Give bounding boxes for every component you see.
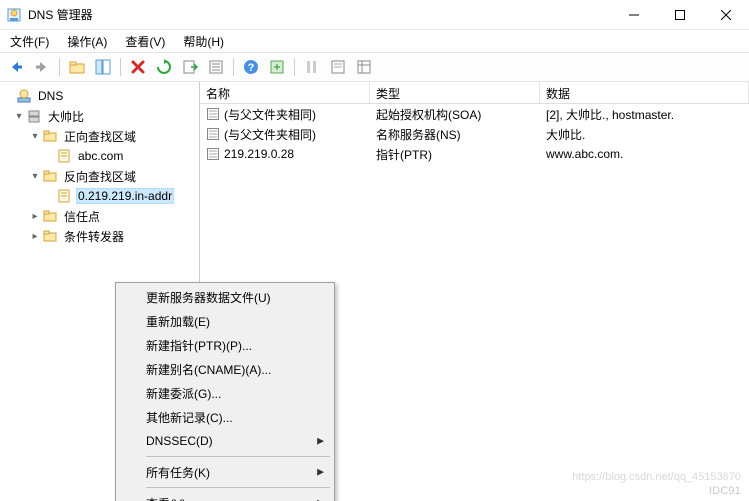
help-button[interactable]: ? <box>239 55 263 79</box>
delete-button[interactable] <box>126 55 150 79</box>
submenu-arrow-icon: ▶ <box>317 436 324 447</box>
svg-text:?: ? <box>248 62 255 74</box>
cm-separator <box>146 487 330 488</box>
cell-type: 名称服务器(NS) <box>370 126 540 143</box>
tree-label: abc.com <box>76 149 125 163</box>
list-row[interactable]: (与父文件夹相同) 名称服务器(NS) 大帅比. <box>200 124 749 144</box>
zone-icon <box>56 188 72 204</box>
watermark-url: https://blog.csdn.net/qq_45153670 <box>572 471 741 483</box>
cm-separator <box>146 456 330 457</box>
record-icon <box>206 107 220 121</box>
context-menu: 更新服务器数据文件(U) 重新加载(E) 新建指针(PTR)(P)... 新建别… <box>115 282 335 501</box>
cell-name: (与父文件夹相同) <box>224 106 316 123</box>
tool-button-4[interactable] <box>352 55 376 79</box>
refresh-button[interactable] <box>152 55 176 79</box>
watermark: IDC91 <box>709 485 741 497</box>
title-bar: DNS 管理器 <box>0 0 749 30</box>
folder-icon <box>42 168 58 184</box>
maximize-button[interactable] <box>657 0 703 29</box>
tree-label: 反向查找区域 <box>62 168 138 185</box>
cm-other-records[interactable]: 其他新记录(C)... <box>118 405 332 429</box>
content-area: DNS ▾ 大帅比 ▾ 正向查找区域 abc.com ▾ <box>0 82 749 501</box>
tree-forward-zones[interactable]: ▾ 正向查找区域 <box>0 126 199 146</box>
properties-button[interactable] <box>204 55 228 79</box>
menu-action[interactable]: 操作(A) <box>61 31 113 52</box>
close-button[interactable] <box>703 0 749 29</box>
tree-label: 大帅比 <box>46 108 86 125</box>
cm-view[interactable]: 查看(V)▶ <box>118 491 332 501</box>
expander-icon[interactable]: ▸ <box>28 231 42 242</box>
column-data[interactable]: 数据 <box>540 82 749 103</box>
tree-label: 条件转发器 <box>62 228 126 245</box>
tree-zone-abc[interactable]: abc.com <box>0 146 199 166</box>
cm-all-tasks[interactable]: 所有任务(K)▶ <box>118 460 332 484</box>
expander-icon[interactable]: ▸ <box>28 211 42 222</box>
export-button[interactable] <box>178 55 202 79</box>
menu-help[interactable]: 帮助(H) <box>177 31 230 52</box>
tool-button-2[interactable] <box>300 55 324 79</box>
tool-button-3[interactable] <box>326 55 350 79</box>
cm-dnssec[interactable]: DNSSEC(D)▶ <box>118 429 332 453</box>
show-hide-button[interactable] <box>91 55 115 79</box>
cm-update-server-data[interactable]: 更新服务器数据文件(U) <box>118 285 332 309</box>
tree-zone-reverse[interactable]: 0.219.219.in-addr <box>0 186 199 206</box>
expander-icon[interactable]: ▾ <box>12 111 26 122</box>
cell-type: 指针(PTR) <box>370 146 540 163</box>
cm-new-cname[interactable]: 新建别名(CNAME)(A)... <box>118 357 332 381</box>
zone-icon <box>56 148 72 164</box>
window-title: DNS 管理器 <box>28 6 93 23</box>
record-icon <box>206 147 220 161</box>
tree-conditional-forwarders[interactable]: ▸ 条件转发器 <box>0 226 199 246</box>
list-header: 名称 类型 数据 <box>200 82 749 104</box>
dns-icon <box>16 88 32 104</box>
folder-icon <box>42 208 58 224</box>
window-controls <box>611 0 749 29</box>
menu-bar: 文件(F) 操作(A) 查看(V) 帮助(H) <box>0 30 749 52</box>
up-button[interactable] <box>65 55 89 79</box>
expander-icon[interactable]: ▾ <box>28 131 42 142</box>
menu-file[interactable]: 文件(F) <box>4 31 55 52</box>
record-icon <box>206 127 220 141</box>
forward-button[interactable] <box>30 55 54 79</box>
toolbar: ? <box>0 52 749 82</box>
submenu-arrow-icon: ▶ <box>317 467 324 478</box>
cell-name: 219.219.0.28 <box>224 147 294 161</box>
minimize-button[interactable] <box>611 0 657 29</box>
folder-icon <box>42 128 58 144</box>
cell-data: 大帅比. <box>540 126 749 143</box>
tree-label: 0.219.219.in-addr <box>76 188 174 204</box>
tree-reverse-zones[interactable]: ▾ 反向查找区域 <box>0 166 199 186</box>
submenu-arrow-icon: ▶ <box>317 498 324 501</box>
column-type[interactable]: 类型 <box>370 82 540 103</box>
folder-icon <box>42 228 58 244</box>
list-row[interactable]: 219.219.0.28 指针(PTR) www.abc.com. <box>200 144 749 164</box>
cm-reload[interactable]: 重新加载(E) <box>118 309 332 333</box>
list-row[interactable]: (与父文件夹相同) 起始授权机构(SOA) [2], 大帅比., hostmas… <box>200 104 749 124</box>
tool-button-1[interactable] <box>265 55 289 79</box>
cell-data: [2], 大帅比., hostmaster. <box>540 106 749 123</box>
tree-label: 信任点 <box>62 208 102 225</box>
cm-new-ptr[interactable]: 新建指针(PTR)(P)... <box>118 333 332 357</box>
tree-server[interactable]: ▾ 大帅比 <box>0 106 199 126</box>
tree-trust-points[interactable]: ▸ 信任点 <box>0 206 199 226</box>
cell-type: 起始授权机构(SOA) <box>370 106 540 123</box>
server-icon <box>26 108 42 124</box>
tree-root-dns[interactable]: DNS <box>0 86 199 106</box>
back-button[interactable] <box>4 55 28 79</box>
cell-name: (与父文件夹相同) <box>224 126 316 143</box>
tree-label: DNS <box>36 89 65 103</box>
expander-icon[interactable]: ▾ <box>28 171 42 182</box>
column-name[interactable]: 名称 <box>200 82 370 103</box>
app-icon <box>6 7 22 23</box>
cell-data: www.abc.com. <box>540 147 749 161</box>
cm-new-delegation[interactable]: 新建委派(G)... <box>118 381 332 405</box>
menu-view[interactable]: 查看(V) <box>119 31 171 52</box>
tree-label: 正向查找区域 <box>62 128 138 145</box>
